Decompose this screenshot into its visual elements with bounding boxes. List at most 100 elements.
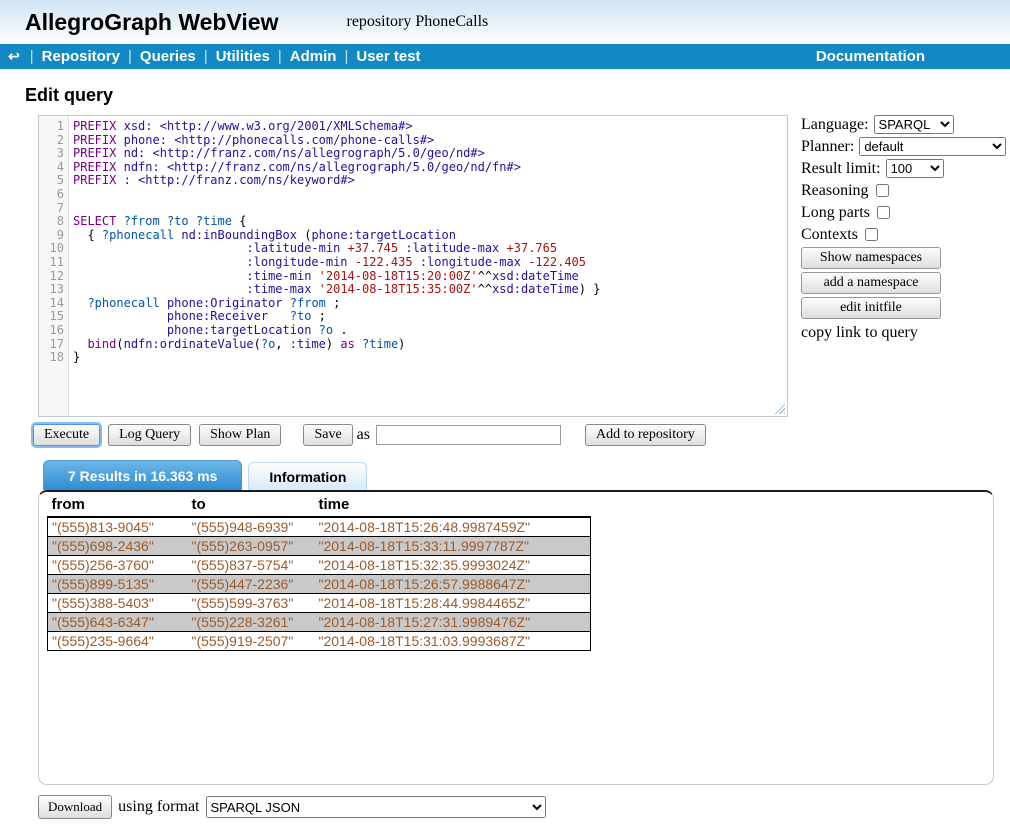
nav-item-user-test[interactable]: User test [356,48,420,65]
table-cell: "2014-08-18T15:32:35.9993024Z" [315,556,591,575]
results-header-row: fromtotime [48,494,591,517]
as-label: as [357,426,370,444]
result-limit-select[interactable]: 100 [886,159,944,178]
editor-code[interactable]: PREFIX xsd: <http://www.w3.org/2001/XMLS… [69,116,787,416]
code-line: :time-min '2014-08-18T15:20:00Z'^^xsd:da… [73,270,787,284]
log-query-button[interactable]: Log Query [108,424,191,446]
code-line: :time-max '2014-08-18T15:35:00Z'^^xsd:da… [73,283,787,297]
table-cell: "(555)698-2436" [48,537,188,556]
nav-separator: | [128,48,132,65]
contexts-checkbox[interactable] [865,228,878,241]
contexts-label: Contexts [801,226,858,244]
line-number: 10 [39,242,64,256]
code-line: :latitude-min +37.745 :latitude-max +37.… [73,242,787,256]
results-body: "(555)813-9045""(555)948-6939""2014-08-1… [48,517,591,651]
reasoning-checkbox[interactable] [876,184,889,197]
code-line: PREFIX ndfn: <http://franz.com/ns/allegr… [73,161,787,175]
nav-separator: | [204,48,208,65]
table-cell: "(555)228-3261" [188,613,315,632]
table-row: "(555)813-9045""(555)948-6939""2014-08-1… [48,517,591,537]
long-parts-checkbox[interactable] [877,206,890,219]
code-line: PREFIX phone: <http://phonecalls.com/pho… [73,134,787,148]
show-namespaces-button[interactable]: Show namespaces [801,247,941,269]
nav-item-utilities[interactable]: Utilities [216,48,270,65]
code-line: ?phonecall phone:Originator ?from ; [73,297,787,311]
code-line: SELECT ?from ?to ?time { [73,215,787,229]
table-cell: "(555)447-2236" [188,575,315,594]
add-namespace-button[interactable]: add a namespace [801,272,941,294]
table-cell: "2014-08-18T15:27:31.9989476Z" [315,613,591,632]
line-number: 1 [39,120,64,134]
code-line [73,188,787,202]
language-select[interactable]: SPARQL [874,115,954,134]
main-nav: ↩ |Repository|Queries|Utilities|Admin|Us… [0,44,1010,69]
tabs-row: 7 Results in 16.363 ms Information [43,458,1010,490]
query-editor[interactable]: 123456789101112131415161718 PREFIX xsd: … [38,115,788,417]
table-cell: "2014-08-18T15:26:48.9987459Z" [315,517,591,537]
line-number: 6 [39,188,64,202]
table-cell: "(555)256-3760" [48,556,188,575]
table-cell: "2014-08-18T15:26:57.9988647Z" [315,575,591,594]
line-number: 5 [39,174,64,188]
language-label: Language: [801,116,869,134]
code-line: bind(ndfn:ordinateValue(?o, :time) as ?t… [73,338,787,352]
add-to-repository-button[interactable]: Add to repository [585,424,706,446]
table-cell: "(555)643-6347" [48,613,188,632]
show-plan-button[interactable]: Show Plan [199,424,281,446]
result-limit-label: Result limit: [801,160,881,178]
line-number: 15 [39,310,64,324]
code-line: PREFIX nd: <http://franz.com/ns/allegrog… [73,147,787,161]
nav-separator: | [344,48,348,65]
back-arrow-icon[interactable]: ↩ [8,48,20,65]
table-cell: "(555)235-9664" [48,632,188,651]
code-line [73,202,787,216]
editor-row: 123456789101112131415161718 PREFIX xsd: … [38,115,1010,417]
table-cell: "(555)919-2507" [188,632,315,651]
nav-item-repository[interactable]: Repository [42,48,120,65]
line-number: 4 [39,161,64,175]
table-row: "(555)899-5135""(555)447-2236""2014-08-1… [48,575,591,594]
execute-button[interactable]: Execute [33,424,100,446]
copy-link-to-query[interactable]: copy link to query [801,324,1006,342]
column-header-time: time [315,494,591,517]
save-name-input[interactable] [376,425,561,445]
download-button[interactable]: Download [38,795,112,819]
nav-separator: | [30,48,34,65]
results-panel: fromtotime "(555)813-9045""(555)948-6939… [38,490,994,785]
table-row: "(555)388-5403""(555)599-3763""2014-08-1… [48,594,591,613]
line-number: 18 [39,351,64,365]
using-format-label: using format [118,798,199,816]
tab-information[interactable]: Information [248,462,367,490]
code-line: phone:targetLocation ?o . [73,324,787,338]
app-header: AllegroGraph WebView repository PhoneCal… [0,0,1010,44]
tab-results[interactable]: 7 Results in 16.363 ms [43,460,242,490]
table-cell: "(555)948-6939" [188,517,315,537]
format-select[interactable]: SPARQL JSON [206,796,546,818]
line-number: 8 [39,215,64,229]
code-line: } [73,351,787,365]
nav-item-documentation[interactable]: Documentation [816,48,925,65]
table-cell: "(555)599-3763" [188,594,315,613]
edit-initfile-button[interactable]: edit initfile [801,297,941,319]
line-number: 17 [39,338,64,352]
line-number: 12 [39,270,64,284]
line-number: 16 [39,324,64,338]
code-line: { ?phonecall nd:inBoundingBox (phone:tar… [73,229,787,243]
line-number: 13 [39,283,64,297]
nav-item-queries[interactable]: Queries [140,48,196,65]
nav-items: |Repository|Queries|Utilities|Admin|User… [22,48,421,65]
line-number: 2 [39,134,64,148]
code-line: PREFIX : <http://franz.com/ns/keyword#> [73,174,787,188]
table-cell: "(555)263-0957" [188,537,315,556]
query-controls: Language: SPARQL Planner: default Result… [801,115,1006,417]
nav-item-admin[interactable]: Admin [290,48,337,65]
table-cell: "2014-08-18T15:31:03.9993687Z" [315,632,591,651]
save-button[interactable]: Save [303,424,352,446]
column-header-to: to [188,494,315,517]
table-cell: "2014-08-18T15:28:44.9984465Z" [315,594,591,613]
table-row: "(555)256-3760""(555)837-5754""2014-08-1… [48,556,591,575]
line-number: 9 [39,229,64,243]
planner-select[interactable]: default [859,137,1006,156]
table-row: "(555)698-2436""(555)263-0957""2014-08-1… [48,537,591,556]
table-row: "(555)235-9664""(555)919-2507""2014-08-1… [48,632,591,651]
